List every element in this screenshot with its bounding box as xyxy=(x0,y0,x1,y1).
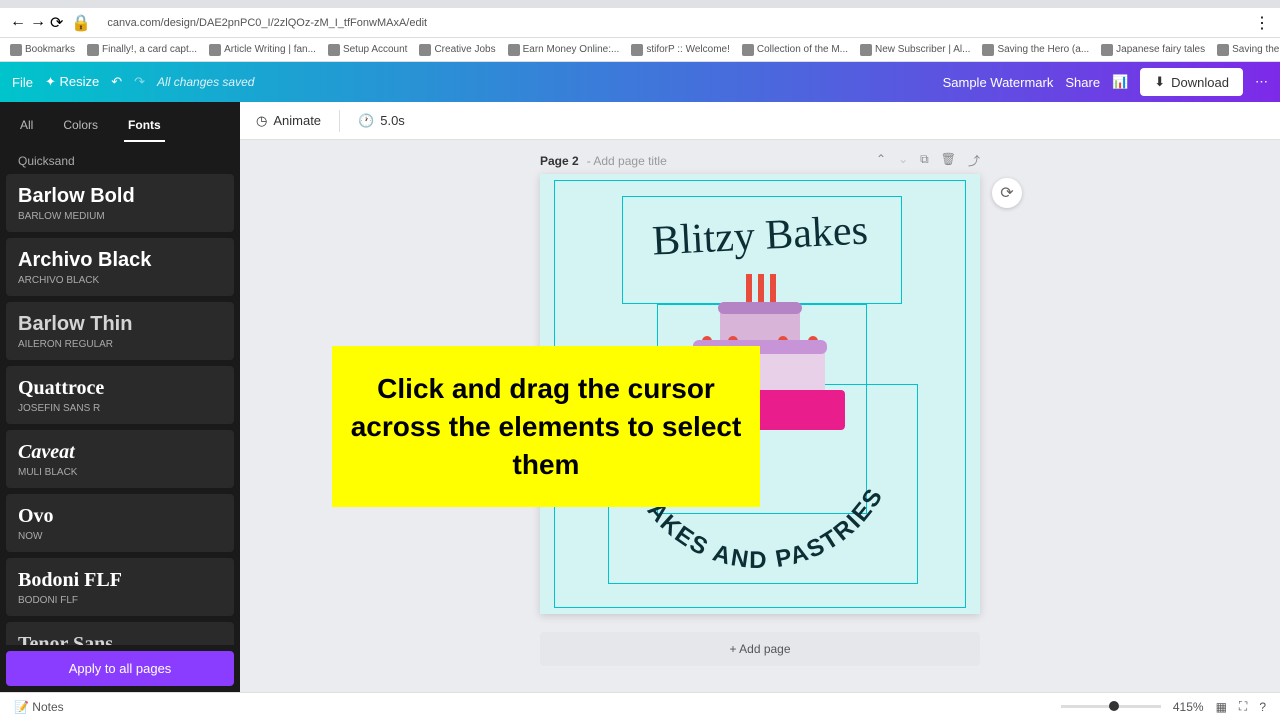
font-item[interactable]: OvoNow xyxy=(6,494,234,552)
font-item[interactable]: Bodoni FLFBODONI FLF xyxy=(6,558,234,616)
duplicate-icon[interactable]: ⧉ xyxy=(920,152,929,169)
bookmark-item[interactable]: stiforP :: Welcome! xyxy=(631,44,730,56)
bookmark-item[interactable]: Setup Account xyxy=(328,44,408,56)
notes-button[interactable]: 📝 Notes xyxy=(14,700,64,714)
font-item[interactable]: Tenor Sans xyxy=(6,622,234,645)
reload-icon[interactable]: ⟳ xyxy=(50,13,63,33)
document-name[interactable]: Sample Watermark xyxy=(943,75,1054,90)
font-item[interactable]: Barlow BoldBarlow Medium xyxy=(6,174,234,232)
bookmark-item[interactable]: Saving the Hero (a... xyxy=(982,44,1089,56)
tab-fonts[interactable]: Fonts xyxy=(124,110,165,142)
fonts-sidebar: All Colors Fonts Quicksand Barlow BoldBa… xyxy=(0,102,240,692)
page-header: Page 2 - Add page title ⌃ ⌄ ⧉ 🗑 ⤴ xyxy=(540,152,980,169)
more-page-icon[interactable]: ⤴ xyxy=(968,152,980,169)
regenerate-icon[interactable]: ⟳ xyxy=(992,178,1022,208)
bottom-bar: 📝 Notes 415% ▦ ⛶ ? xyxy=(0,692,1280,720)
redo-icon[interactable]: ↷ xyxy=(134,74,145,90)
delete-icon[interactable]: 🗑 xyxy=(941,152,956,169)
zoom-value[interactable]: 415% xyxy=(1173,700,1204,714)
fullscreen-icon[interactable]: ⛶ xyxy=(1239,699,1247,714)
bookmark-item[interactable]: New Subscriber | Al... xyxy=(860,44,970,56)
download-button[interactable]: ⬇Download xyxy=(1140,68,1243,96)
animate-icon: ◷ xyxy=(256,113,267,129)
share-button[interactable]: Share xyxy=(1065,75,1100,90)
page-label: Page 2 xyxy=(540,154,579,168)
browser-tabs xyxy=(0,0,1280,8)
bookmark-item[interactable]: Japanese fairy tales xyxy=(1101,44,1205,56)
font-item[interactable]: Quicksand xyxy=(6,148,234,174)
font-item[interactable]: QuattroceJOSEFIN SANS R xyxy=(6,366,234,424)
apply-all-button[interactable]: Apply to all pages xyxy=(6,651,234,686)
clock-icon: 🕐 xyxy=(358,113,374,129)
download-icon: ⬇ xyxy=(1154,74,1165,90)
page-up-icon[interactable]: ⌃ xyxy=(876,152,886,169)
extension-icons[interactable]: ⋮ xyxy=(1254,13,1270,33)
instruction-callout: Click and drag the cursor across the ele… xyxy=(332,346,760,507)
zoom-slider[interactable] xyxy=(1061,705,1161,708)
context-toolbar: ◷Animate 🕐5.0s xyxy=(240,102,1280,140)
font-item[interactable]: Archivo BlackARCHIVO BLACK xyxy=(6,238,234,296)
font-item[interactable]: CaveatMULI BLACK xyxy=(6,430,234,488)
undo-icon[interactable]: ↶ xyxy=(111,74,122,90)
bookmark-item[interactable]: Earn Money Online:... xyxy=(508,44,620,56)
page-title-input[interactable]: - Add page title xyxy=(587,154,667,168)
resize-button[interactable]: ✦ Resize xyxy=(45,74,99,90)
bookmark-item[interactable]: Creative Jobs xyxy=(419,44,495,56)
lock-icon: 🔒 xyxy=(71,13,91,33)
canvas-area[interactable]: ◷Animate 🕐5.0s Page 2 - Add page title ⌃… xyxy=(240,102,1280,692)
duration-button[interactable]: 🕐5.0s xyxy=(358,113,405,129)
animate-button[interactable]: ◷Animate xyxy=(256,113,321,129)
bookmark-item[interactable]: Collection of the M... xyxy=(742,44,848,56)
bookmarks-bar: Bookmarks Finally!, a card capt... Artic… xyxy=(0,38,1280,62)
app-toolbar: File ✦ Resize ↶ ↷ All changes saved Samp… xyxy=(0,62,1280,102)
more-icon[interactable]: ⋯ xyxy=(1255,74,1268,90)
bookmark-item[interactable]: Finally!, a card capt... xyxy=(87,44,197,56)
grid-view-icon[interactable]: ▦ xyxy=(1216,700,1227,714)
file-menu[interactable]: File xyxy=(12,75,33,90)
tab-all[interactable]: All xyxy=(16,110,37,142)
address-bar: ← → ⟳ 🔒 canva.com/design/DAE2pnPC0_I/2zl… xyxy=(0,8,1280,38)
fonts-list[interactable]: Quicksand Barlow BoldBarlow Medium Archiv… xyxy=(0,142,240,645)
bookmark-item[interactable]: Article Writing | fan... xyxy=(209,44,316,56)
url-text[interactable]: canva.com/design/DAE2pnPC0_I/2zlQOz-zM_I… xyxy=(99,17,1246,29)
page-down-icon[interactable]: ⌄ xyxy=(898,152,908,169)
save-status: All changes saved xyxy=(157,75,254,89)
insights-icon[interactable]: 📊 xyxy=(1112,74,1128,90)
font-item[interactable]: Barlow ThinAILERON REGULAR xyxy=(6,302,234,360)
add-page-button[interactable]: + Add page xyxy=(540,632,980,666)
bookmark-item[interactable]: Bookmarks xyxy=(10,44,75,56)
back-icon[interactable]: ← xyxy=(10,13,26,33)
tab-colors[interactable]: Colors xyxy=(59,110,102,142)
bookmark-item[interactable]: Saving the Hero (a... xyxy=(1217,44,1280,56)
forward-icon[interactable]: → xyxy=(30,13,46,33)
help-icon[interactable]: ? xyxy=(1259,700,1266,714)
